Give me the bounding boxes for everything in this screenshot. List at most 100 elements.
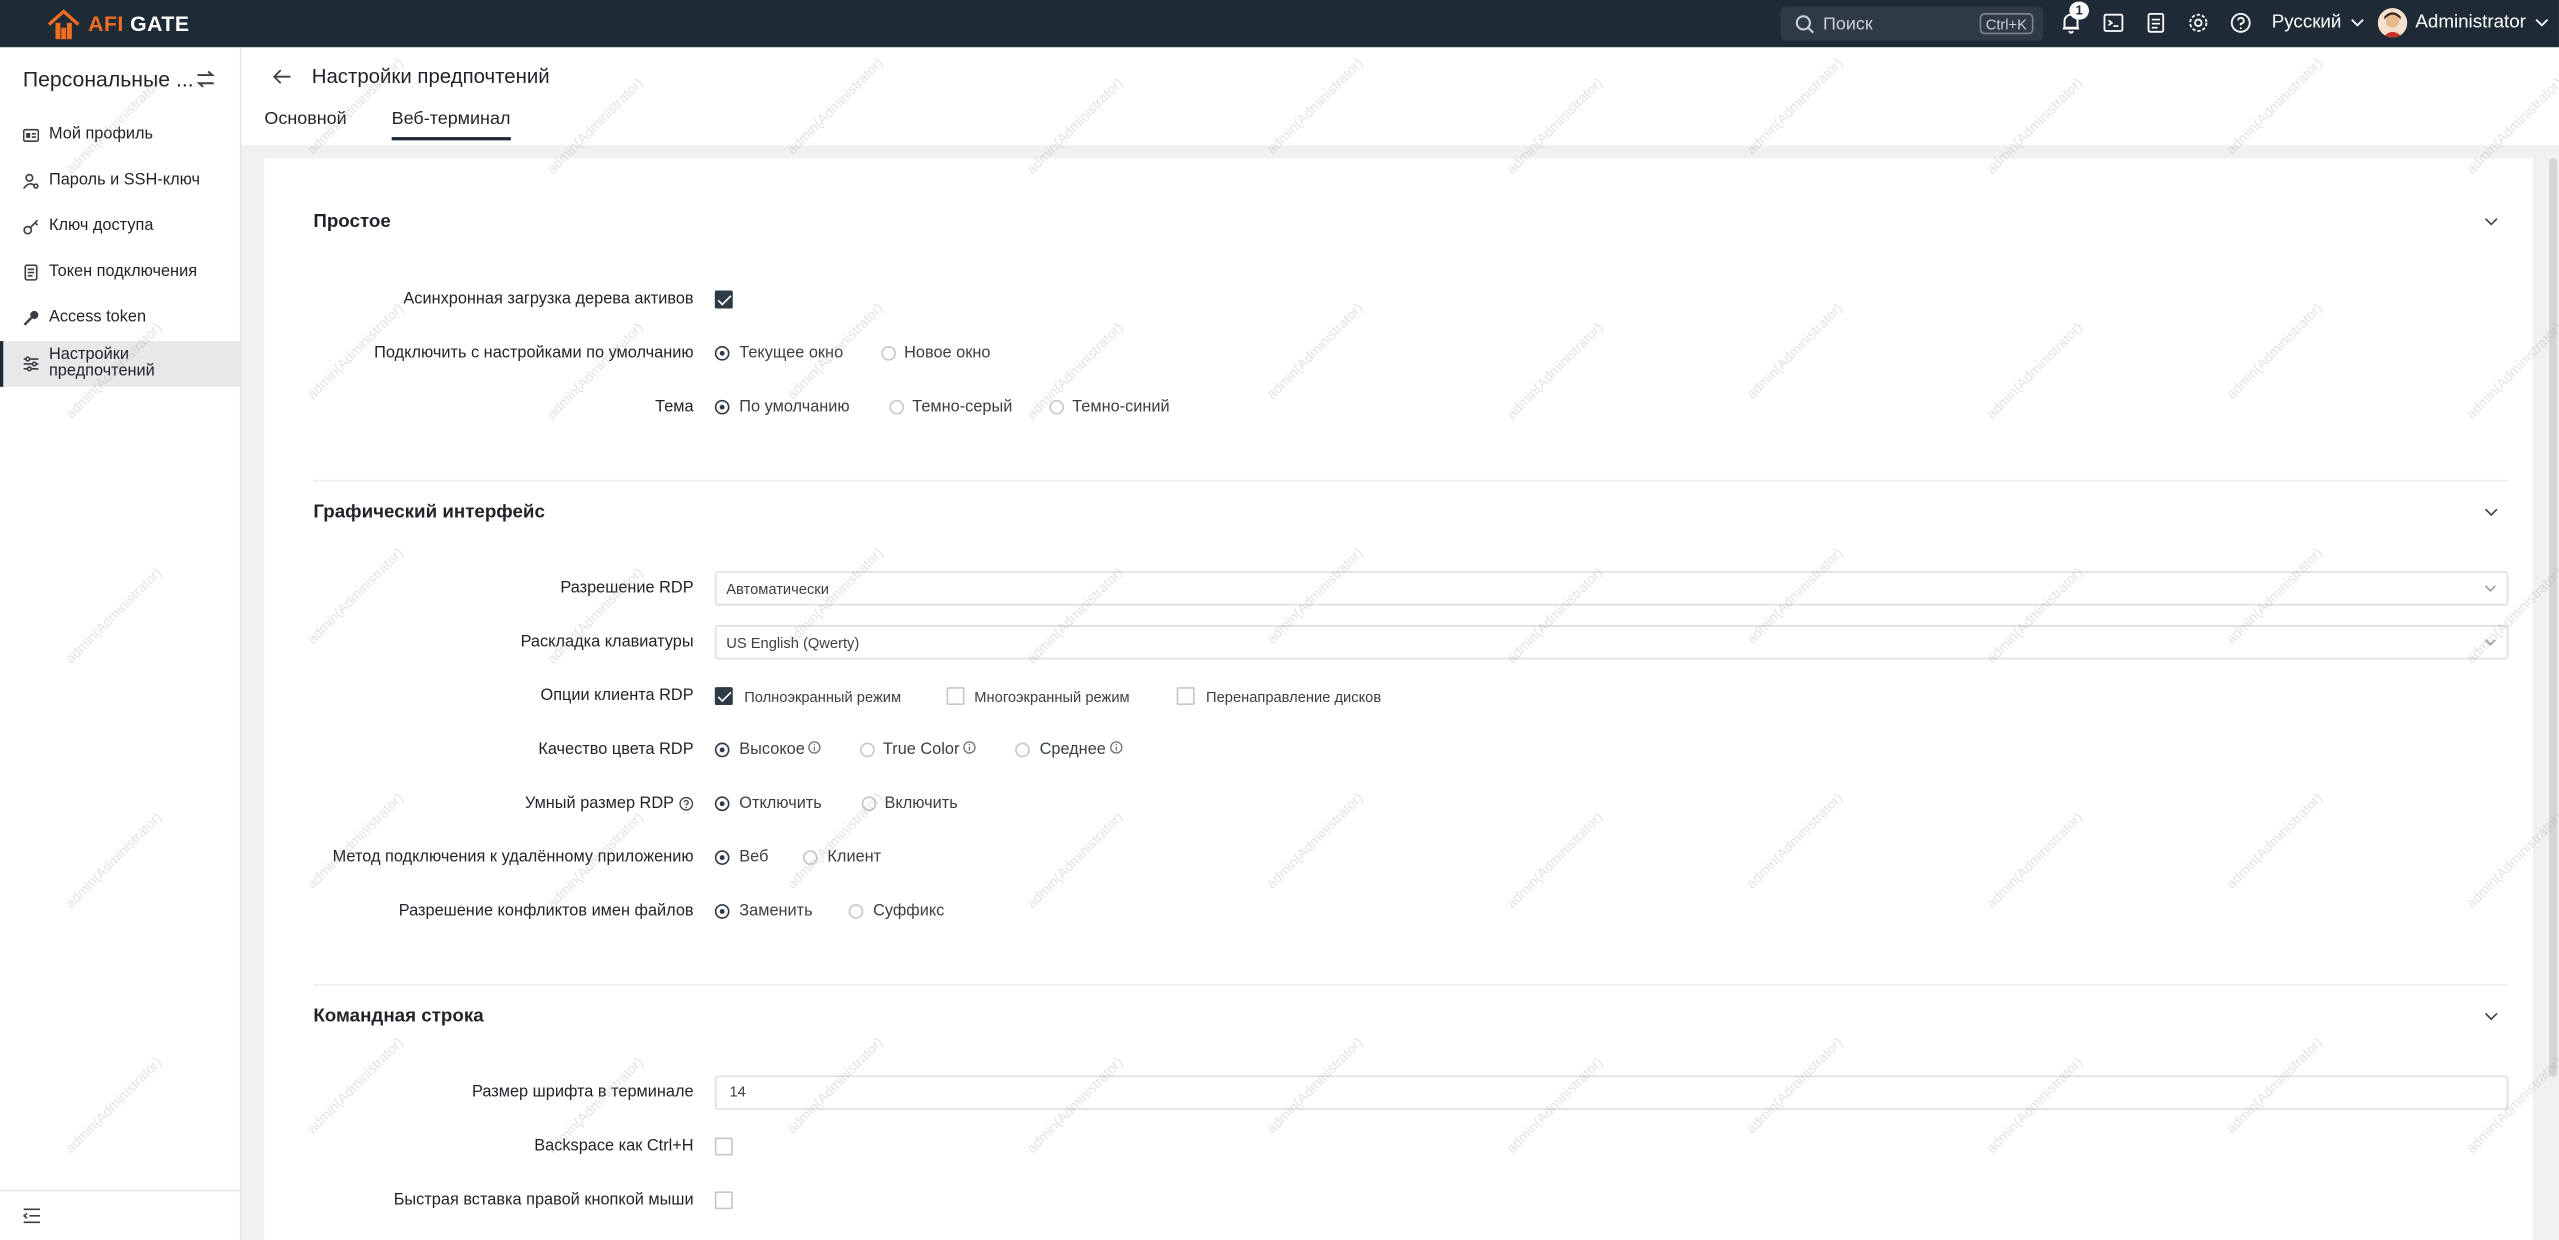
- color-high-option[interactable]: Высокое: [739, 740, 821, 759]
- sidebar-item-access-key[interactable]: Ключ доступа: [0, 204, 240, 250]
- sidebar-footer: [0, 1189, 240, 1240]
- fullscreen-checkbox[interactable]: [714, 687, 733, 706]
- notification-badge: 1: [2069, 1, 2089, 20]
- swap-icon[interactable]: [196, 70, 216, 88]
- collapse-sidebar-icon[interactable]: [22, 1208, 41, 1224]
- search-icon: [1795, 14, 1814, 33]
- color-high-radio[interactable]: [714, 742, 730, 758]
- remote-app-web-radio[interactable]: [714, 850, 730, 865]
- sidebar-item-my-profile[interactable]: Мой профиль: [0, 113, 240, 159]
- file-conflict-suffix-radio[interactable]: [848, 904, 864, 919]
- right-click-paste-checkbox[interactable]: [714, 1191, 733, 1210]
- async-tree-label: Асинхронная загрузка дерева активов: [403, 290, 694, 309]
- color-medium-radio[interactable]: [1015, 742, 1030, 758]
- rdp-client-options-label: Опции клиента RDP: [540, 687, 694, 706]
- page-title: Настройки предпочтений: [311, 65, 550, 89]
- gear-icon[interactable]: [2187, 11, 2210, 34]
- theme-dark-blue-label[interactable]: Темно-синий: [1072, 398, 1169, 416]
- connect-default-label: Подключить с настройками по умолчанию: [374, 344, 694, 363]
- theme-dark-gray-radio[interactable]: [889, 399, 905, 415]
- rdp-resolution-label: Разрешение RDP: [560, 579, 694, 598]
- chevron-down-icon[interactable]: [2484, 1012, 2499, 1022]
- user-menu[interactable]: Administrator: [2377, 8, 2549, 38]
- theme-dark-blue-radio[interactable]: [1049, 399, 1065, 415]
- scrollbar-thumb[interactable]: [2549, 158, 2558, 1078]
- avatar: [2377, 8, 2408, 38]
- id-card-icon: [22, 128, 40, 142]
- drive-redirect-label[interactable]: Перенаправление дисков: [1206, 689, 1381, 705]
- connect-new-window-radio[interactable]: [881, 345, 896, 361]
- multiscreen-checkbox[interactable]: [946, 687, 965, 706]
- sidebar-item-label: Пароль и SSH-ключ: [48, 171, 200, 190]
- chevron-down-icon: [2535, 18, 2548, 27]
- global-search[interactable]: Поиск Ctrl+K: [1780, 6, 2044, 41]
- backspace-checkbox[interactable]: [714, 1137, 733, 1156]
- async-tree-checkbox[interactable]: [714, 290, 733, 309]
- search-shortcut: Ctrl+K: [1979, 13, 2034, 35]
- language-selector[interactable]: Русский: [2272, 13, 2364, 33]
- sidebar-item-connection-token[interactable]: Токен подключения: [0, 250, 240, 296]
- document-icon[interactable]: [2144, 11, 2167, 34]
- top-bar: AFI GATE Поиск Ctrl+K 1 Русский Administ…: [0, 0, 2559, 48]
- sidebar: Персональные ... Мой профиль Пароль и SS…: [0, 47, 242, 1240]
- smart-size-on-label[interactable]: Включить: [885, 795, 958, 813]
- remote-app-client-radio[interactable]: [802, 850, 818, 865]
- font-size-field[interactable]: [714, 1075, 2509, 1110]
- sidebar-item-label: Access token: [48, 308, 147, 327]
- font-size-label: Размер шрифта в терминале: [472, 1083, 694, 1102]
- smart-size-label-row: Умный размер RDP: [525, 795, 694, 813]
- avatar-image-icon: [2377, 8, 2408, 38]
- sidebar-item-access-token[interactable]: Access token: [0, 295, 240, 341]
- sidebar-item-label: Мой профиль: [48, 125, 154, 144]
- sidebar-item-password-ssh[interactable]: Пароль и SSH-ключ: [0, 158, 240, 204]
- smart-size-off-label[interactable]: Отключить: [739, 795, 821, 813]
- chevron-down-icon[interactable]: [2484, 217, 2499, 227]
- color-quality-label: Качество цвета RDP: [538, 740, 694, 759]
- sidebar-item-preferences[interactable]: Настройки предпочтений: [0, 341, 240, 387]
- theme-default-radio[interactable]: [714, 399, 730, 415]
- remote-app-client-label[interactable]: Клиент: [827, 849, 881, 867]
- theme-default-label[interactable]: По умолчанию: [739, 398, 849, 416]
- smart-size-on-radio[interactable]: [861, 796, 877, 812]
- tab-web-terminal[interactable]: Веб-терминал: [391, 109, 511, 141]
- file-conflict-suffix-label[interactable]: Суффикс: [873, 902, 944, 920]
- rdp-resolution-select[interactable]: Автоматически: [714, 571, 2509, 606]
- section-title-basic: Простое: [313, 212, 391, 232]
- logo[interactable]: AFI GATE: [46, 0, 190, 47]
- connect-current-window-label[interactable]: Текущее окно: [739, 344, 843, 362]
- logo-icon: [47, 8, 80, 39]
- font-size-input[interactable]: [729, 1083, 1220, 1100]
- backspace-label: Backspace как Ctrl+H: [534, 1137, 694, 1156]
- color-truecolor-option[interactable]: True Color: [883, 740, 976, 759]
- file-conflict-replace-radio[interactable]: [714, 904, 730, 919]
- key-solid-icon: [23, 310, 39, 326]
- connect-current-window-radio[interactable]: [714, 345, 730, 361]
- section-divider: [313, 479, 2509, 482]
- terminal-icon[interactable]: [2102, 11, 2125, 34]
- color-medium-option[interactable]: Среднее: [1040, 740, 1123, 759]
- help-icon[interactable]: [2229, 11, 2252, 34]
- tab-basic[interactable]: Основной: [264, 109, 346, 129]
- info-icon[interactable]: [963, 740, 976, 753]
- smart-size-off-radio[interactable]: [714, 796, 730, 812]
- multiscreen-label[interactable]: Многоэкранный режим: [974, 689, 1129, 705]
- drive-redirect-checkbox[interactable]: [1176, 687, 1195, 706]
- section-divider: [313, 984, 2509, 986]
- search-placeholder: Поиск: [1822, 13, 1873, 34]
- keyboard-layout-select[interactable]: US English (Qwerty): [714, 625, 2509, 660]
- token-icon: [24, 264, 38, 281]
- connect-new-window-label[interactable]: Новое окно: [904, 344, 990, 362]
- chevron-down-icon[interactable]: [2484, 508, 2499, 518]
- info-icon[interactable]: [1109, 740, 1122, 753]
- back-arrow-icon[interactable]: [272, 69, 293, 85]
- app-root: AFI GATE Поиск Ctrl+K 1 Русский Administ…: [0, 0, 2559, 1240]
- remote-app-label: Метод подключения к удалённому приложени…: [332, 848, 694, 867]
- fullscreen-label[interactable]: Полноэкранный режим: [744, 689, 901, 705]
- remote-app-web-label[interactable]: Веб: [739, 849, 768, 867]
- logo-text: AFI GATE: [88, 11, 190, 36]
- file-conflict-replace-label[interactable]: Заменить: [739, 902, 812, 920]
- question-icon[interactable]: [679, 796, 694, 811]
- theme-dark-gray-label[interactable]: Темно-серый: [912, 398, 1012, 416]
- color-truecolor-radio[interactable]: [860, 742, 875, 758]
- info-icon[interactable]: [808, 740, 821, 753]
